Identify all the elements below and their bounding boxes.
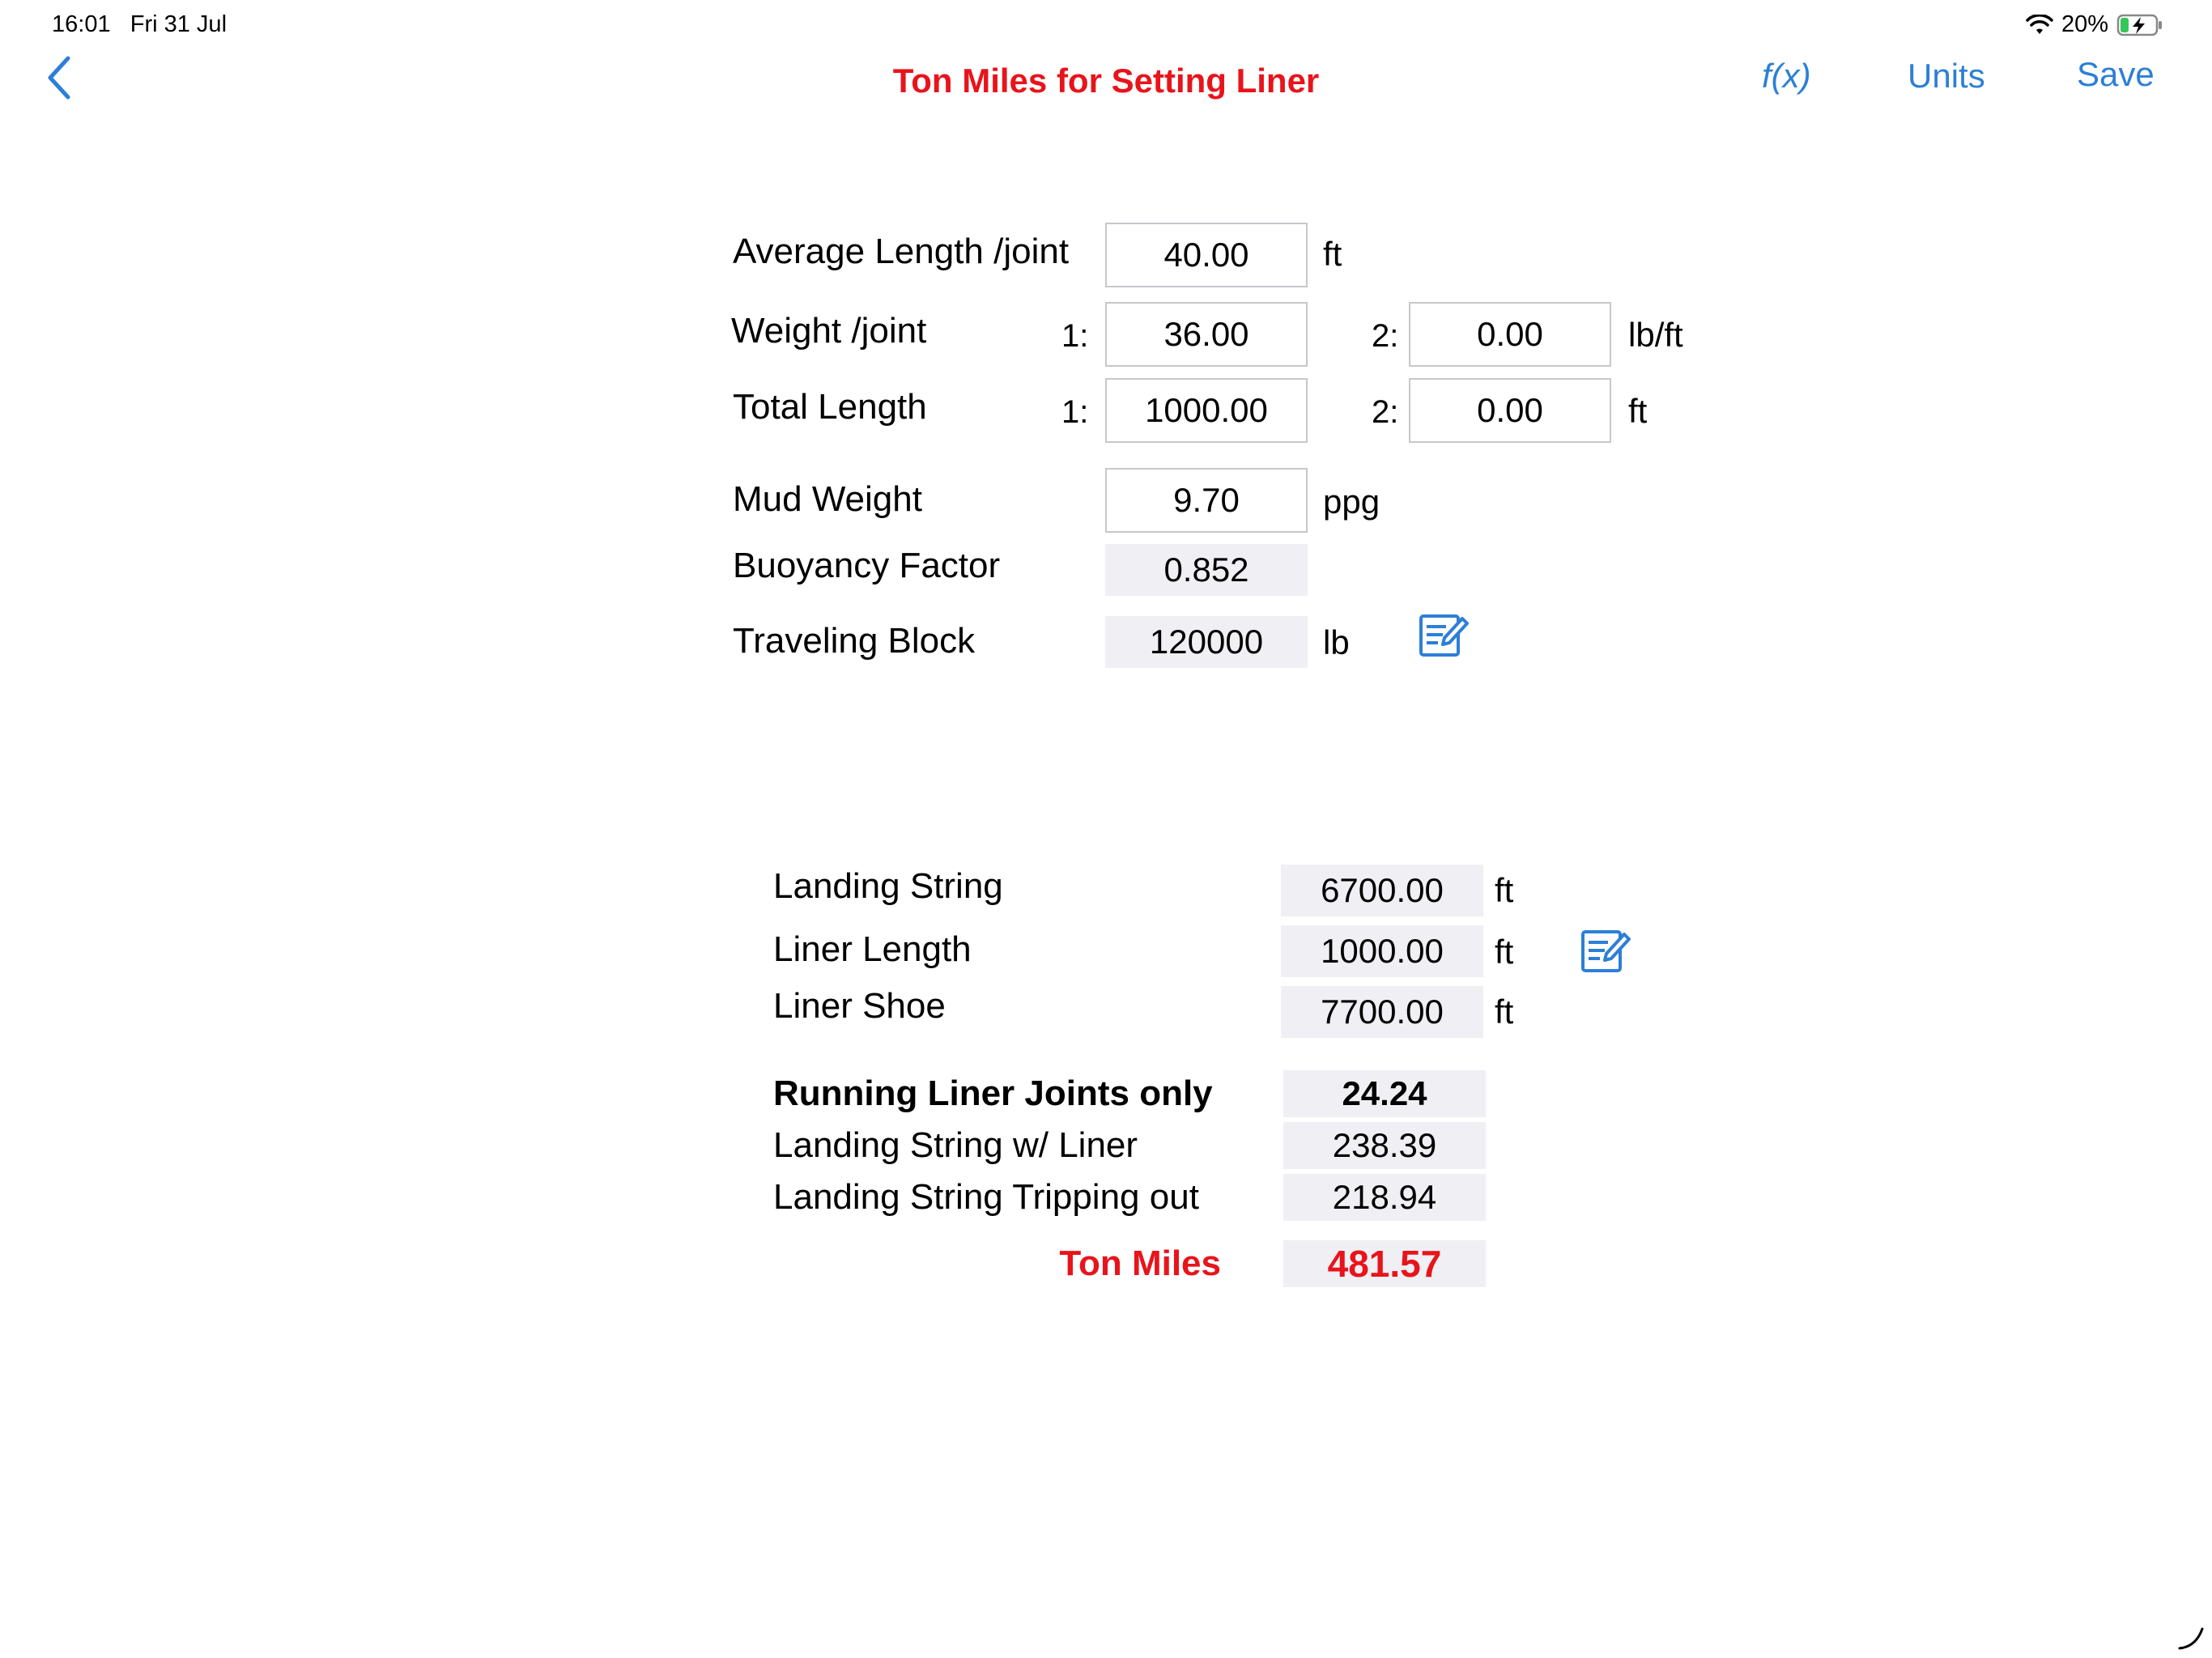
landing-with-liner-value: 238.39	[1283, 1122, 1486, 1169]
traveling-block-label: Traveling Block	[733, 621, 976, 661]
buoyancy-label: Buoyancy Factor	[733, 546, 1001, 585]
weight-2-input[interactable]: 0.00	[1409, 302, 1611, 367]
liner-length-label: Liner Length	[773, 929, 972, 969]
fx-button[interactable]: f(x)	[1762, 57, 1811, 96]
tripping-out-label: Landing String Tripping out	[773, 1177, 1199, 1217]
ton-miles-label: Ton Miles	[1059, 1244, 1221, 1283]
units-button[interactable]: Units	[1908, 57, 1985, 96]
landing-string-label: Landing String	[773, 866, 1003, 906]
liner-length-value: 1000.00	[1281, 925, 1483, 977]
mud-weight-label: Mud Weight	[733, 479, 922, 519]
liner-length-edit-icon[interactable]	[1580, 928, 1631, 975]
weight-index-2: 2:	[1372, 318, 1399, 354]
total-length-unit: ft	[1628, 392, 1648, 430]
page-title: Ton Miles for Setting Liner	[892, 62, 1320, 100]
ton-miles-value: 481.57	[1283, 1240, 1486, 1287]
weight-unit: lb/ft	[1628, 316, 1683, 354]
landing-string-unit: ft	[1495, 871, 1514, 909]
tripping-out-value: 218.94	[1283, 1174, 1486, 1221]
avg-length-input[interactable]: 40.00	[1105, 223, 1308, 287]
weight-index-1: 1:	[1061, 318, 1089, 354]
liner-shoe-label: Liner Shoe	[773, 986, 946, 1026]
traveling-block-edit-icon[interactable]	[1419, 612, 1469, 659]
avg-length-unit: ft	[1323, 235, 1342, 273]
status-time: 16:01	[52, 11, 111, 37]
liner-shoe-unit: ft	[1495, 993, 1514, 1031]
total-length-1-input[interactable]: 1000.00	[1105, 378, 1308, 443]
battery-percent: 20%	[2061, 11, 2108, 37]
running-liner-value: 24.24	[1283, 1070, 1486, 1117]
back-chevron-icon[interactable]	[42, 52, 74, 104]
buoyancy-value: 0.852	[1105, 544, 1308, 596]
mud-weight-unit: ppg	[1323, 483, 1380, 521]
avg-length-label: Average Length /joint	[733, 232, 1070, 271]
wifi-icon	[2026, 14, 2053, 34]
status-bar-time: 16:01 Fri 31 Jul	[52, 11, 227, 38]
running-liner-label: Running Liner Joints only	[773, 1073, 1213, 1113]
total-length-label: Total Length	[733, 387, 927, 427]
resize-corner-icon	[2178, 1627, 2204, 1650]
landing-with-liner-label: Landing String w/ Liner	[773, 1125, 1138, 1165]
total-length-index-2: 2:	[1372, 394, 1399, 430]
weight-label: Weight /joint	[731, 311, 927, 351]
status-bar-right: 20%	[2026, 11, 2163, 38]
mud-weight-input[interactable]: 9.70	[1105, 468, 1308, 533]
traveling-block-value: 120000	[1105, 616, 1308, 668]
total-length-2-input[interactable]: 0.00	[1409, 378, 1611, 443]
liner-shoe-value: 7700.00	[1281, 986, 1483, 1038]
status-date: Fri 31 Jul	[130, 11, 228, 37]
traveling-block-unit: lb	[1323, 623, 1350, 661]
save-button[interactable]: Save	[2077, 55, 2155, 94]
weight-1-input[interactable]: 36.00	[1105, 302, 1308, 367]
total-length-index-1: 1:	[1061, 394, 1089, 430]
landing-string-value: 6700.00	[1281, 865, 1483, 916]
liner-length-unit: ft	[1495, 933, 1514, 971]
screen: 16:01 Fri 31 Jul 20% Ton Miles for Setti…	[0, 0, 2212, 1658]
battery-charging-icon	[2116, 14, 2162, 36]
